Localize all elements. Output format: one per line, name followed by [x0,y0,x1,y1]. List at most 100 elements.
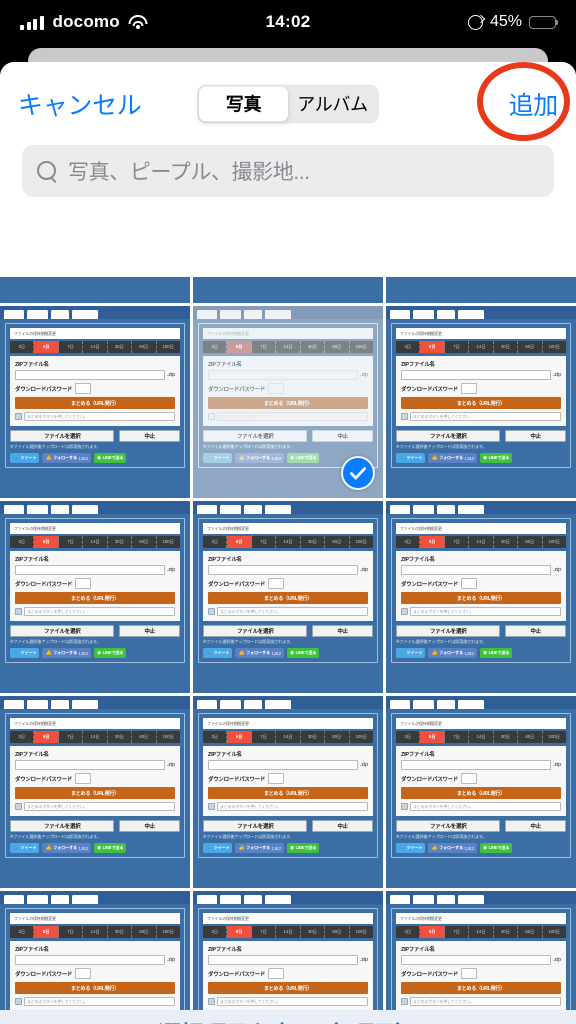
thumb-cancel-upload-button: 中止 [505,430,566,442]
photo-grid-cell[interactable]: ファイルの保持期間変更 3日5日7日14日30日60日100日 ZIPファイル名… [193,891,383,1010]
thumb-social-glyph: ◉ [96,455,102,461]
thumb-url-row: まとめるボタンを押してください。 [401,802,561,811]
thumb-social-row: 🐦 ツイート 👍 フォローする 1,912 ◉ LINEで送る [396,453,566,463]
thumb-password-input [75,773,92,784]
thumb-line-share-button: ◉ LINEで送る [286,843,320,853]
thumb-zip-name-input [208,370,358,380]
thumb-zip-name-row: .zip [15,565,175,575]
thumb-day-option-1: 5日 [227,926,252,938]
thumb-url-row: まとめるボタンを押してください。 [208,802,368,811]
thumb-social-label: ツイート [20,650,37,655]
photo-grid[interactable]: ファイルの保持期間変更 3日 5日 7日 14日 30日 60日 100日 ZIPファイル名… [0,277,576,1010]
thumb-day-option-6: 100日 [548,344,560,349]
photo-grid-cell[interactable]: ファイルの保持期間変更 3日5日7日14日30日60日100日 ZIPファイル名… [386,891,576,1010]
thumb-url-row: まとめるボタンを押してください。 [401,997,561,1006]
thumb-social-label: ツイート [20,845,37,850]
search-input[interactable]: 写真、ピープル、撮影地... [22,145,554,197]
show-selected-button[interactable]: 選択項目を表示（1項目） [158,1015,418,1024]
photo-grid-cell[interactable]: ファイルの保持期間変更 3日5日7日14日30日60日100日 ZIPファイル名… [386,306,576,498]
thumb-day-option-3: 14日 [469,536,494,548]
thumb-password-input [75,578,92,589]
thumb-keep-period-label: ファイルの保持期間変更 [10,718,180,729]
thumb-day-selector: 3日 5日 7日 14日 30日 60日 100日 [203,926,373,938]
tab-photos[interactable]: 写真 [199,86,288,121]
thumb-form-card: ZIPファイル名 .zip ダウンロードパスワード まとめる（URL発行） まと… [203,551,373,621]
carrier-label: docomo [52,12,120,31]
photo-grid-cell[interactable]: ファイルの保持期間変更 3日5日7日14日30日60日100日 ZIPファイル名… [193,501,383,693]
thumb-facebook-follow-button: 👍 フォローする 1,912 [42,648,91,658]
thumb-day-selector: 3日 5日 7日 14日 30日 60日 100日 [203,341,373,353]
thumb-copy-icon [15,608,22,615]
thumb-zip-extension: .zip [359,567,368,573]
thumb-password-input [268,773,285,784]
thumb-form-card: ZIPファイル名 .zip ダウンロードパスワード まとめる（URL発行） まと… [396,551,566,621]
thumb-social-label: LINEで送る [295,650,317,655]
thumb-social-glyph: 👍 [45,845,52,851]
thumb-bundle-button: まとめる（URL発行） [401,982,561,994]
tab-albums[interactable]: アルバム [288,86,377,121]
thumb-keep-period-label: ファイルの保持期間変更 [203,523,373,534]
thumb-note: ※ファイル選択後アップロードは即実施されます。 [396,639,487,644]
thumb-facebook-follow-button: 👍 フォローする 1,912 [235,453,284,463]
photo-grid-cell[interactable]: ファイルの保持期間変更 3日5日7日14日30日60日100日 ZIPファイル名… [0,501,190,693]
thumb-social-glyph: 🐦 [13,650,20,656]
thumb-day-selector: 3日 5日 7日 14日 30日 60日 100日 [396,926,566,938]
thumb-bundle-button: まとめる（URL発行） [208,787,368,799]
thumb-zip-name-label: ZIPファイル名 [15,752,49,758]
thumb-zip-name-input [15,370,165,380]
photo-grid-cell[interactable]: ファイルの保持期間変更 3日5日7日14日30日60日100日 ZIPファイル名… [193,696,383,888]
thumb-select-row: ファイルを選択 中止 [203,430,373,442]
photo-grid-cell[interactable]: ファイルの保持期間変更 3日5日7日14日30日60日100日 ZIPファイル名… [386,696,576,888]
thumb-select-row: ファイルを選択 中止 [10,820,180,832]
photo-grid-cell[interactable]: ファイルの保持期間変更 3日5日7日14日30日60日100日 ZIPファイル名… [0,891,190,1010]
photo-grid-cell[interactable]: ファイルの保持期間変更 3日5日7日14日30日60日100日 ZIPファイル名… [386,277,576,303]
thumb-cancel-upload-button: 中止 [505,625,566,637]
photo-grid-cell[interactable]: ファイルの保持期間変更 3日5日7日14日30日60日100日 ZIPファイル名… [0,277,190,303]
thumb-bundle-button: まとめる（URL発行） [401,397,561,409]
thumb-panel: ファイルの保持期間変更 3日 5日 7日 14日 30日 60日 100日 ZIPファイル名… [391,713,571,858]
photo-grid-cell[interactable]: ファイルの保持期間変更 3日5日7日14日30日60日100日 ZIPファイル名… [0,696,190,888]
thumb-social-glyph: 🐦 [13,455,20,461]
thumb-day-option-6: 100日 [162,344,174,349]
thumb-social-glyph: 👍 [45,455,52,461]
thumb-social-glyph: 🐦 [206,650,213,656]
thumb-day-option-0: 3日 [396,926,421,938]
picker-footer: 選択項目を表示（1項目） 実際のサイズ（560 KB） [0,1010,576,1024]
thumb-password-row: ダウンロードパスワード [15,968,175,979]
cancel-button[interactable]: キャンセル [18,86,142,122]
thumb-url-field: まとめるボタンを押してください。 [410,412,561,421]
thumb-zip-name-row: .zip [208,955,368,965]
thumb-select-row: ファイルを選択 中止 [10,430,180,442]
photos-albums-segmented-control[interactable]: 写真 アルバム [197,84,379,123]
clock-label: 14:02 [265,12,311,31]
thumb-select-file-button: ファイルを選択 [10,820,115,832]
thumb-password-label: ダウンロードパスワード [208,581,266,588]
thumb-day-option-5: 60日 [518,341,543,353]
status-bar: docomo 14:02 45% [0,0,576,44]
checkmark-circle-icon[interactable] [341,456,375,490]
thumb-day-option-6: 100日 [355,734,367,739]
thumb-body: ファイルの保持期間変更 3日 5日 7日 14日 30日 60日 100日 ZIPファイル名… [0,514,190,663]
thumb-panel: ファイルの保持期間変更 3日 5日 7日 14日 30日 60日 100日 ZIPファイル名… [5,908,185,1010]
thumb-body: ファイルの保持期間変更 3日 5日 7日 14日 30日 60日 100日 ZIPファイル名… [386,319,576,468]
photo-grid-cell[interactable]: ファイルの保持期間変更 3日5日7日14日30日60日100日 ZIPファイル名… [386,501,576,693]
thumb-social-row: 🐦 ツイート 👍 フォローする 1,912 ◉ LINEで送る [396,843,566,853]
thumb-day-option-4: 30日 [301,536,326,548]
photo-grid-cell[interactable]: ファイルの保持期間変更 3日5日7日14日30日60日100日 ZIPファイル名… [0,306,190,498]
thumb-facebook-follow-button: 👍 フォローする 1,912 [235,648,284,658]
thumb-social-count: 1,912 [464,650,474,656]
status-bar-right: 45% [311,13,559,31]
thumb-zip-name-label: ZIPファイル名 [15,362,49,368]
thumb-keep-period-label: ファイルの保持期間変更 [203,913,373,924]
photo-grid-cell[interactable]: ファイルの保持期間変更 3日5日7日14日30日60日100日 ZIPファイル名… [193,277,383,303]
thumb-social-count: 1,912 [271,650,281,656]
thumb-zip-name-input [208,760,358,770]
photo-grid-cell[interactable]: ファイルの保持期間変更 3日5日7日14日30日60日100日 ZIPファイル名… [193,306,383,498]
thumb-zip-name-row: .zip [401,565,561,575]
thumb-password-input [268,968,285,979]
thumb-keep-period-label: ファイルの保持期間変更 [396,718,566,729]
thumb-social-glyph: ◉ [289,845,295,851]
thumbnail-image: ファイルの保持期間変更 3日5日7日14日30日60日 100日 ZIPファイル名… [193,501,383,693]
thumb-url-field: まとめるボタンを押してください。 [24,412,175,421]
add-button[interactable]: 追加 [509,86,559,122]
